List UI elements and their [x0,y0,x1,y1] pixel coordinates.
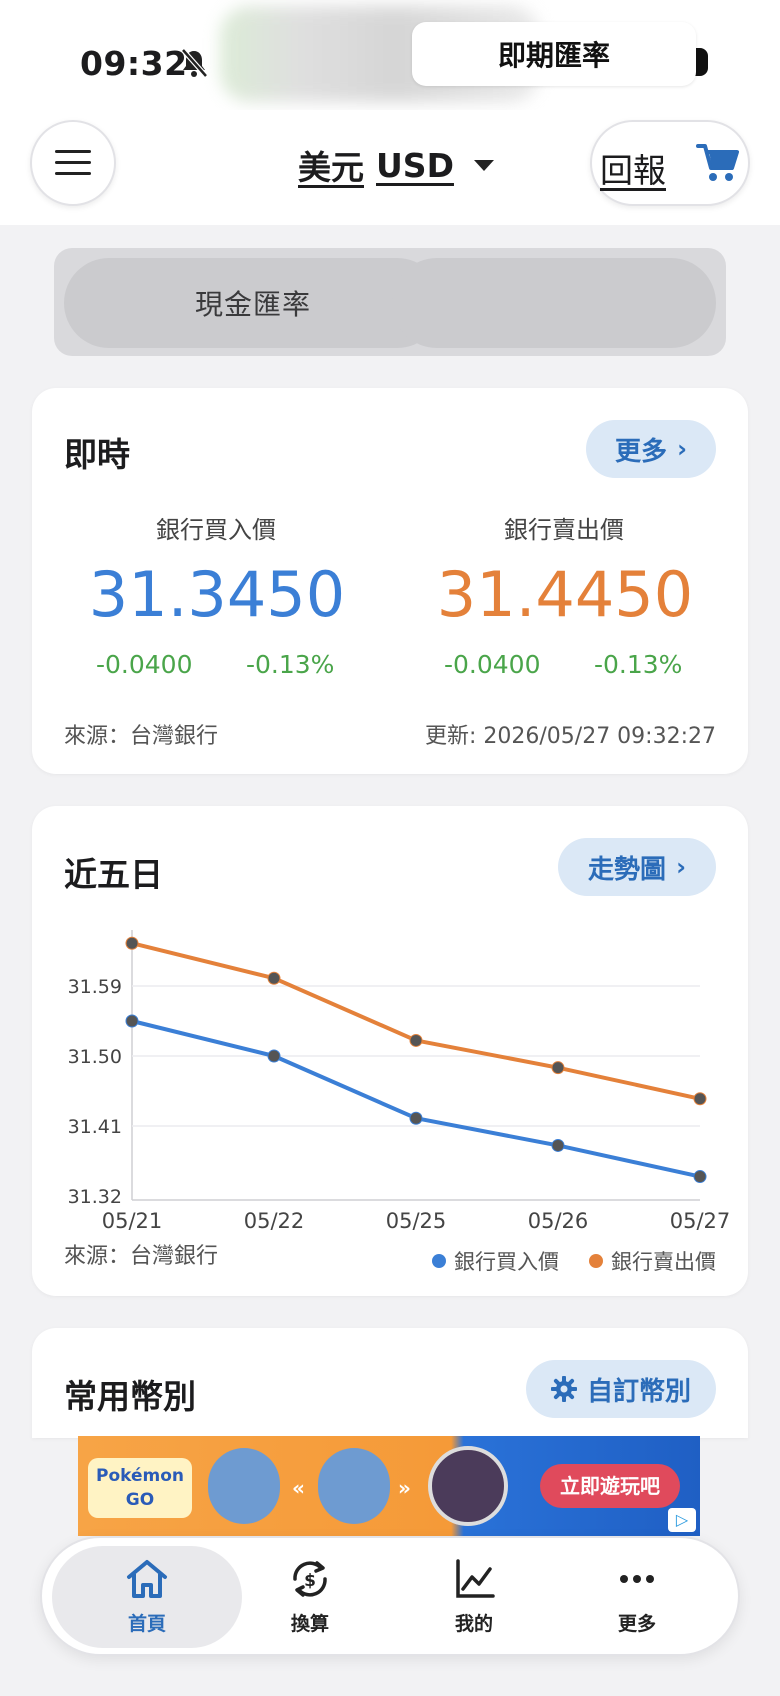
sell-series-line [131,941,701,1101]
y-tick-label: 31.41 [68,1116,122,1138]
buy-label: 銀行買入價 [156,516,276,544]
currency-selector[interactable]: 美元 USD [298,142,494,188]
nav-more[interactable]: 更多 [557,1538,717,1654]
sell-rate-value: 31.4450 [436,558,694,631]
chevron-right-icon: › [677,435,687,463]
buy-rate-value: 31.3450 [88,558,346,631]
ad-pokemon-image [208,1448,280,1524]
cart-icon[interactable] [696,142,740,184]
currency-exchange-icon: $ [293,1560,327,1597]
nav-home-label: 首頁 [127,1612,166,1635]
sell-data-point [693,1092,707,1106]
customize-currency-label: 自訂幣別 [586,1376,691,1407]
buy-data-point [409,1111,423,1125]
pokemon-go-logo: Pokémon GO [88,1458,192,1518]
sell-change-pct: -0.13% [594,650,683,679]
report-cart-pill: 回報 [590,120,750,206]
x-tick-label: 05/21 [102,1209,163,1233]
buy-data-point [551,1138,565,1152]
legend-buy-dot [432,1254,446,1268]
line-chart-icon [456,1558,495,1598]
ad-pokemon-ball-image [428,1446,508,1526]
buy-data-point [125,1014,139,1028]
nav-mine-label: 我的 [454,1612,493,1635]
more-button[interactable]: 更多 › [586,420,716,478]
legend-sell-label: 銀行賣出價 [611,1250,716,1274]
gear-icon [550,1376,577,1402]
chart-legend: 銀行買入價 銀行賣出價 [432,1246,716,1276]
more-label: 更多 [615,436,668,467]
currency-name: 美元 [298,148,364,187]
x-tick-label: 05/22 [244,1209,305,1233]
realtime-updated: 更新: 2026/05/27 09:32:27 [424,724,716,749]
favorites-title: 常用幣別 [64,1377,196,1416]
more-dots-icon [620,1574,654,1583]
nav-convert[interactable]: $ 換算 [230,1538,390,1654]
tab-spot-bg [392,258,716,348]
nav-home[interactable]: 首頁 [67,1538,227,1654]
buy-change-pct: -0.13% [246,650,335,679]
realtime-title: 即時 [64,435,130,474]
sell-data-point [267,971,281,985]
y-tick-label: 31.50 [68,1046,122,1068]
double-arrow-icon: « [292,1476,305,1500]
sell-data-point [409,1033,423,1047]
x-tick-label: 05/27 [670,1209,731,1233]
hamburger-icon [55,150,91,176]
legend-buy: 銀行買入價 [432,1246,559,1276]
y-tick-label: 31.32 [68,1186,122,1208]
five-day-card: 近五日 走勢圖 › 31.59 31.50 31.41 31.32 05/21 05/22… [32,806,748,1296]
chart-source: 來源：台灣銀行 [64,1244,219,1269]
y-tick-label: 31.59 [68,976,122,998]
customize-currency-button[interactable]: 自訂幣別 [526,1360,716,1418]
x-tick-label: 05/26 [528,1209,589,1233]
buy-data-point [267,1049,281,1063]
legend-sell-dot [589,1254,603,1268]
status-time: 09:32 [80,44,188,83]
sell-data-point [551,1061,565,1075]
tab-spot-rate[interactable]: 即期匯率 [412,22,696,86]
home-icon [127,1559,167,1598]
nav-mine[interactable]: 我的 [394,1538,554,1654]
report-button[interactable]: 回報 [600,144,666,192]
bell-muted-icon [181,48,208,78]
caret-down-icon [473,159,494,171]
sell-data-point [125,936,139,950]
sell-change: -0.0400 [444,650,541,679]
buy-change: -0.0400 [96,650,193,679]
five-day-line-chart: 31.59 31.50 31.41 31.3205/21 05/22 05/25 05/26… [68,930,731,1233]
favorites-card: 常用幣別 自訂幣別 [32,1328,748,1438]
legend-sell: 銀行賣出價 [589,1246,716,1276]
ad-choices-icon[interactable]: ▷ [668,1508,696,1532]
buy-data-point [693,1170,707,1184]
nav-convert-label: 換算 [290,1612,329,1635]
bottom-nav: 首頁 $ 換算 我的 更多 [40,1536,740,1656]
double-arrow-icon: » [398,1476,411,1500]
currency-code: USD [376,145,454,185]
realtime-card: 即時 更多 › 銀行買入價 銀行賣出價 31.3450 31.4450 -0.0… [32,388,748,774]
legend-buy-label: 銀行買入價 [454,1250,559,1274]
nav-more-label: 更多 [617,1612,656,1635]
sell-label: 銀行賣出價 [504,516,624,544]
svg-text:$: $ [304,1571,316,1591]
ad-pokemon-image [318,1448,390,1524]
menu-button[interactable] [30,120,116,206]
realtime-source: 來源：台灣銀行 [64,724,219,749]
tab-cash-rate[interactable]: 現金匯率 [64,258,442,348]
ad-cta-button[interactable]: 立即遊玩吧 [540,1464,680,1508]
app-header: 美元 USD 回報 [0,110,780,225]
ad-banner[interactable]: Pokémon GO « » 立即遊玩吧 ▷ [78,1436,700,1536]
x-tick-label: 05/25 [386,1209,447,1233]
